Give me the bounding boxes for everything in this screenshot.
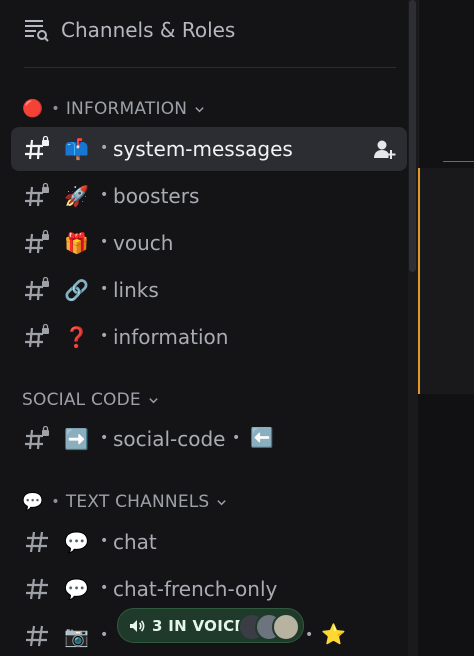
separator-dot: • xyxy=(51,494,60,510)
locked-text-channel-icon xyxy=(25,230,49,254)
text-channel-icon xyxy=(26,578,48,600)
separator-dot: • xyxy=(305,627,314,643)
chevron-down-icon xyxy=(195,106,204,112)
category-emoji: 🔴 xyxy=(22,99,44,119)
channel-emoji: 📫 xyxy=(64,137,89,161)
channels-roles-header[interactable]: Channels & Roles xyxy=(0,0,410,68)
locked-text-channel-icon xyxy=(25,277,49,301)
content-pane-top xyxy=(418,0,474,168)
channels-list-search-icon xyxy=(25,20,49,42)
channel-emoji: 📷 xyxy=(64,624,89,648)
chevron-down-icon xyxy=(149,397,158,403)
channel-name: vouch xyxy=(113,231,174,255)
channel-name: system-messages xyxy=(113,137,293,161)
header-divider xyxy=(24,67,396,68)
channel-social-code[interactable]: ➡️ • social-code • ⬅️ xyxy=(11,417,407,461)
channel-emoji: 🎁 xyxy=(64,231,89,255)
channel-name: social-code xyxy=(113,427,226,451)
chevron-down-icon xyxy=(217,499,227,505)
channel-name: links xyxy=(113,278,159,302)
separator-dot: • xyxy=(100,533,109,549)
channel-sidebar: Channels & Roles 🔴 • INFORMATION 📫 • sys… xyxy=(0,0,410,656)
scrollbar-thumb[interactable] xyxy=(409,0,416,272)
separator-dot: • xyxy=(100,328,109,344)
voice-activity-pill[interactable]: 3 IN VOICE xyxy=(117,608,304,643)
separator-dot: • xyxy=(100,140,109,156)
channel-emoji: ➡️ xyxy=(64,427,89,451)
locked-text-channel-icon xyxy=(25,426,49,450)
separator-dot: • xyxy=(51,101,60,117)
unread-divider xyxy=(443,161,474,162)
separator-dot: • xyxy=(232,430,241,446)
category-label: SOCIAL CODE xyxy=(22,390,141,410)
header-title: Channels & Roles xyxy=(61,18,236,42)
sidebar-scrollbar[interactable] xyxy=(408,0,418,656)
avatar xyxy=(272,613,300,641)
category-social-code[interactable]: SOCIAL CODE xyxy=(22,388,159,412)
channel-links[interactable]: 🔗 • links xyxy=(11,268,407,312)
speaker-icon xyxy=(130,619,145,632)
channel-name: chat xyxy=(113,530,157,554)
separator-dot: • xyxy=(100,187,109,203)
separator-dot: • xyxy=(100,627,109,643)
locked-text-channel-icon xyxy=(25,136,49,160)
channel-emoji: 🚀 xyxy=(64,184,89,208)
channel-emoji: ❓ xyxy=(64,325,89,349)
channel-name: chat-french-only xyxy=(113,577,278,601)
channel-vouch[interactable]: 🎁 • vouch xyxy=(11,221,407,265)
category-information[interactable]: 🔴 • INFORMATION xyxy=(22,97,205,121)
channel-name: information xyxy=(113,325,229,349)
voice-count-label: 3 IN VOICE xyxy=(152,616,245,635)
channel-chat-french-only[interactable]: 💬 • chat-french-only xyxy=(11,567,407,611)
separator-dot: • xyxy=(100,234,109,250)
channel-emoji: 💬 xyxy=(64,530,89,554)
category-label: INFORMATION xyxy=(65,99,188,119)
highlight-bar xyxy=(418,168,420,394)
add-member-icon[interactable] xyxy=(373,137,397,161)
locked-text-channel-icon xyxy=(25,324,49,348)
channel-chat[interactable]: 💬 • chat xyxy=(11,520,407,564)
channel-emoji: 💬 xyxy=(64,577,89,601)
locked-text-channel-icon xyxy=(25,183,49,207)
channel-information[interactable]: ❓ • information xyxy=(11,315,407,359)
content-pane xyxy=(418,0,474,656)
content-pane-panel xyxy=(420,168,474,394)
separator-dot: • xyxy=(100,580,109,596)
channel-trailing-emoji: ⭐ xyxy=(321,622,346,646)
channel-system-messages[interactable]: 📫 • system-messages xyxy=(11,127,407,171)
text-channel-icon xyxy=(26,531,48,553)
channel-name: boosters xyxy=(113,184,200,208)
category-label: TEXT CHANNELS xyxy=(65,492,210,512)
channel-trailing-emoji: ⬅️ xyxy=(250,427,274,449)
text-channel-icon xyxy=(26,625,48,647)
voice-avatars xyxy=(238,613,300,641)
category-text-channels[interactable]: 💬 • TEXT CHANNELS xyxy=(22,490,227,514)
channel-emoji: 🔗 xyxy=(64,278,89,302)
category-emoji: 💬 xyxy=(22,492,44,512)
separator-dot: • xyxy=(100,430,109,446)
channel-boosters[interactable]: 🚀 • boosters xyxy=(11,174,407,218)
separator-dot: • xyxy=(100,281,109,297)
